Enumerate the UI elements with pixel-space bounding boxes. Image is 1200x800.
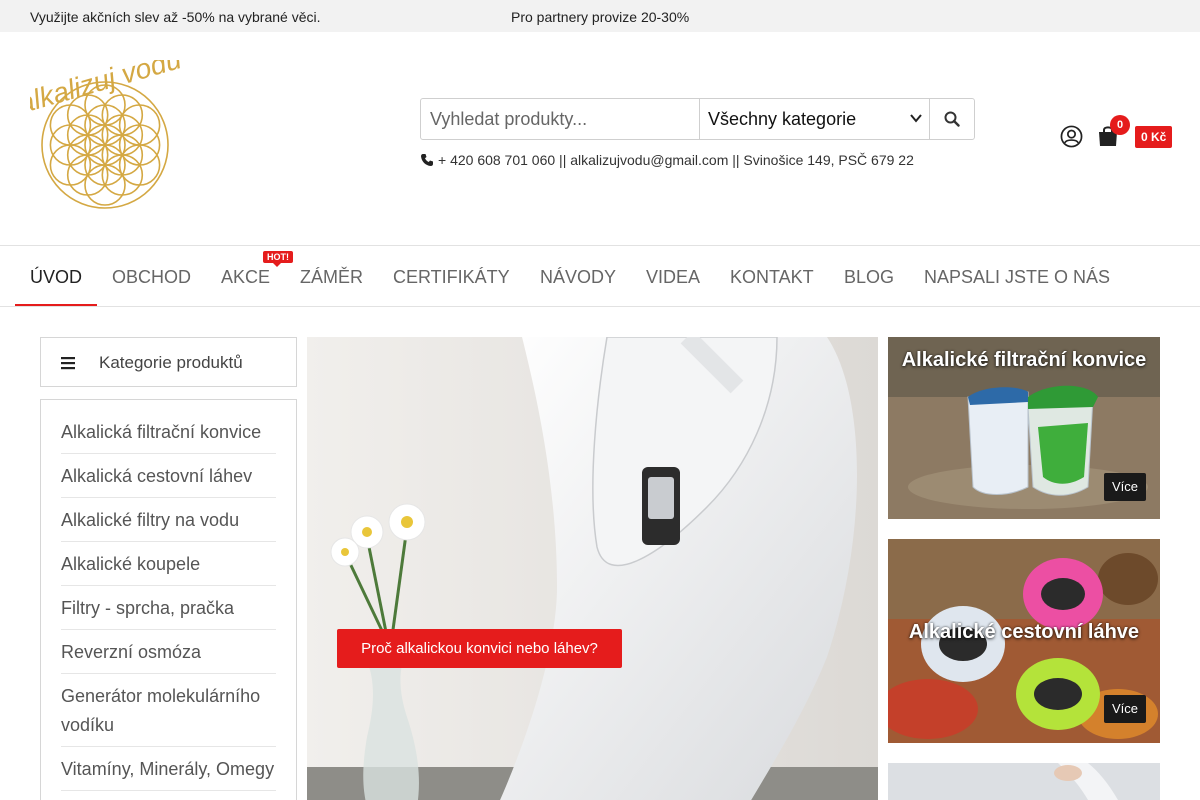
categories-header[interactable]: Kategorie produktů bbox=[40, 337, 297, 387]
banner-more-button[interactable]: Více bbox=[1103, 695, 1146, 723]
logo-wordmark: alkalizuj vodu bbox=[30, 60, 180, 119]
nav-item-videa[interactable]: VIDEA bbox=[646, 267, 700, 288]
category-item[interactable]: Filtry - sprcha, pračka bbox=[61, 586, 276, 630]
nav-item-uvod[interactable]: ÚVOD bbox=[30, 267, 82, 288]
hero-slider[interactable] bbox=[307, 337, 878, 800]
nav-item-zamer[interactable]: ZÁMĚR bbox=[300, 267, 363, 288]
category-item[interactable]: Alkalické koupele bbox=[61, 542, 276, 586]
hero-cta-button[interactable]: Proč alkalickou konvici nebo láhev? bbox=[337, 629, 622, 668]
categories-title: Kategorie produktů bbox=[99, 353, 243, 372]
category-select-value: Všechny kategorie bbox=[708, 109, 857, 129]
banner-filter-jugs[interactable]: Alkalické filtrační konvice Více bbox=[888, 337, 1160, 519]
banner-third-image bbox=[888, 763, 1160, 800]
hero-image bbox=[307, 337, 878, 800]
nav-item-akce[interactable]: AKCE bbox=[221, 267, 270, 288]
hot-badge: HOT! bbox=[263, 251, 293, 267]
category-item[interactable]: Generátor molekulárního vodíku bbox=[61, 674, 276, 747]
main-nav: ÚVOD OBCHOD AKCE ZÁMĚR CERTIFIKÁTY NÁVOD… bbox=[0, 245, 1200, 307]
search-icon bbox=[944, 111, 960, 127]
category-select[interactable]: Všechny kategorie bbox=[700, 99, 930, 139]
cart-count-badge: 0 bbox=[1110, 115, 1130, 135]
banner-title: Alkalické filtrační konvice bbox=[901, 349, 1147, 371]
banner-third[interactable] bbox=[888, 763, 1160, 800]
contact-text: + 420 608 701 060 || alkalizujvodu@gmail… bbox=[438, 152, 914, 168]
menu-bars-icon bbox=[61, 357, 75, 370]
site-logo[interactable]: alkalizuj vodu bbox=[30, 60, 180, 212]
contact-info: + 420 608 701 060 || alkalizujvodu@gmail… bbox=[420, 152, 914, 168]
category-list: Alkalická filtrační konvice Alkalická ce… bbox=[40, 399, 297, 800]
category-item[interactable]: Alkalické filtry na vodu bbox=[61, 498, 276, 542]
logo-text: alkalizuj vodu bbox=[30, 60, 180, 119]
nav-item-obchod[interactable]: OBCHOD bbox=[112, 267, 191, 288]
search-button[interactable] bbox=[930, 99, 974, 139]
nav-item-blog[interactable]: BLOG bbox=[844, 267, 894, 288]
banner-title: Alkalické cestovní láhve bbox=[908, 621, 1140, 643]
active-nav-indicator bbox=[15, 304, 97, 306]
banner-more-button[interactable]: Více bbox=[1103, 473, 1146, 501]
search-input[interactable] bbox=[421, 99, 700, 139]
nav-item-navody[interactable]: NÁVODY bbox=[540, 267, 616, 288]
top-bar: Využijte akčních slev až -50% na vybrané… bbox=[0, 0, 1200, 32]
nav-item-napsali-jste-o-nas[interactable]: NAPSALI JSTE O NÁS bbox=[924, 267, 1110, 288]
nav-item-certifikaty[interactable]: CERTIFIKÁTY bbox=[393, 267, 510, 288]
partner-text[interactable]: Pro partnery provize 20-30% bbox=[511, 9, 689, 25]
chevron-down-icon bbox=[910, 114, 922, 123]
category-item[interactable]: Vitamíny, Minerály, Omegy bbox=[61, 747, 276, 791]
cart-total[interactable]: 0 Kč bbox=[1135, 126, 1173, 148]
banner-travel-bottles[interactable]: Alkalické cestovní láhve Více bbox=[888, 539, 1160, 743]
search-bar: Všechny kategorie bbox=[420, 98, 975, 140]
promo-text: Využijte akčních slev až -50% na vybrané… bbox=[30, 9, 321, 25]
category-item[interactable]: Alkalická filtrační konvice bbox=[61, 410, 276, 454]
category-item[interactable]: Alkalická cestovní láhev bbox=[61, 454, 276, 498]
category-item[interactable]: Reverzní osmóza bbox=[61, 630, 276, 674]
user-account-icon[interactable] bbox=[1060, 125, 1083, 148]
nav-item-kontakt[interactable]: KONTAKT bbox=[730, 267, 814, 288]
phone-icon bbox=[421, 154, 433, 166]
